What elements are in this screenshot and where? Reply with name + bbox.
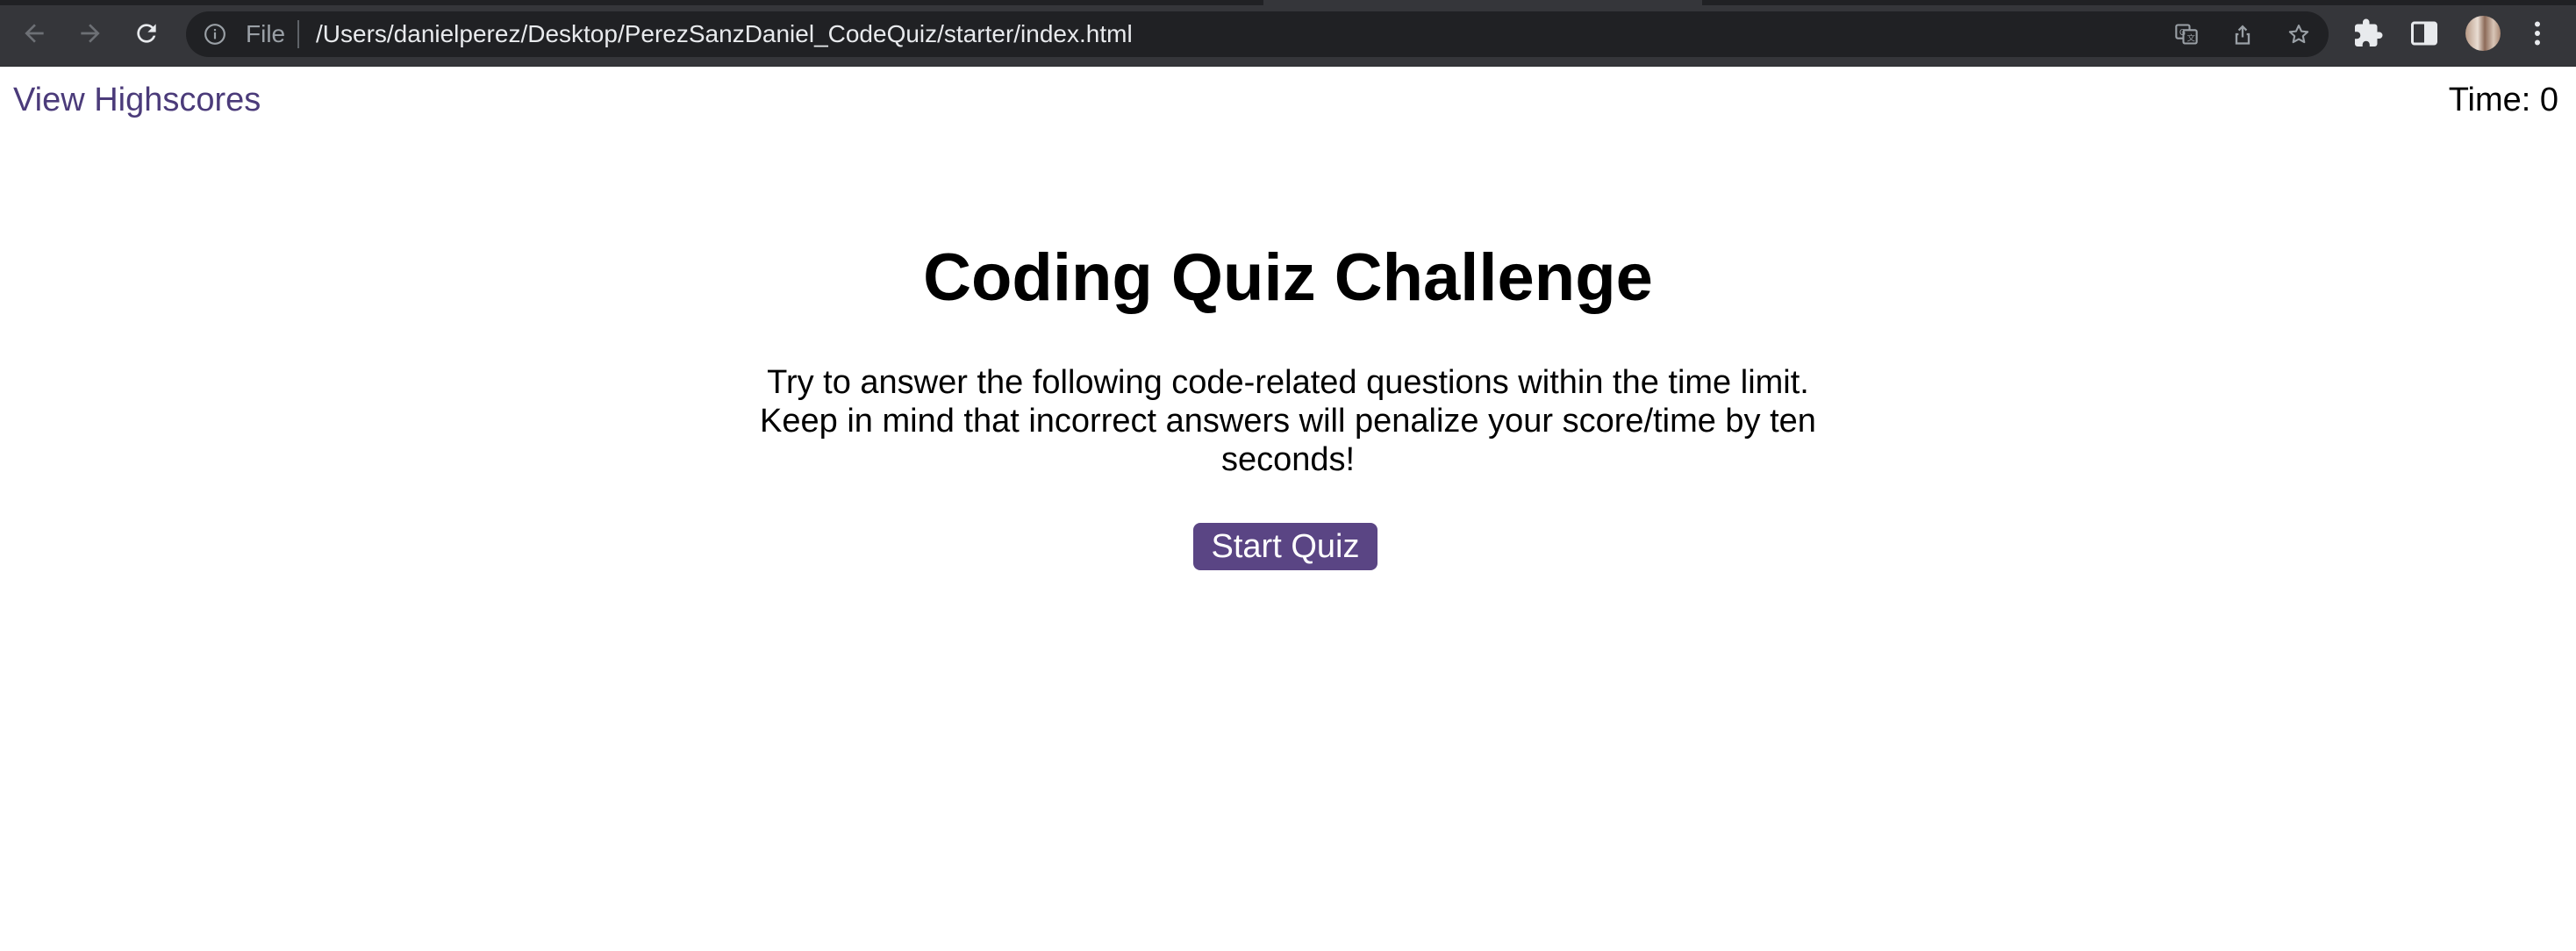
back-button[interactable] [17,16,52,51]
star-icon[interactable] [2286,22,2311,46]
svg-text:文: 文 [2187,33,2195,44]
share-icon[interactable] [2230,22,2255,46]
timer-label: Time: [2448,82,2540,118]
profile-avatar[interactable] [2465,16,2501,51]
forward-arrow-icon [81,24,100,43]
active-tab-edge [1263,0,1702,5]
back-arrow-icon [25,24,44,43]
address-url[interactable]: /Users/danielperez/Desktop/PerezSanzDani… [316,20,1133,48]
reload-icon [137,24,156,43]
timer: Time: 0 [2449,81,2558,119]
timer-value: 0 [2539,82,2558,118]
browser-toolbar: File /Users/danielperez/Desktop/PerezSan… [0,0,2576,67]
start-quiz-button[interactable]: Start Quiz [1193,523,1377,570]
svg-text:G: G [2179,28,2186,38]
page-content: View Highscores Time: 0 Coding Quiz Chal… [0,67,2576,951]
forward-button[interactable] [73,16,108,51]
view-highscores-link[interactable]: View Highscores [13,81,261,119]
address-separator [297,20,299,48]
address-scheme-label: File [246,20,286,47]
address-bar[interactable]: File /Users/danielperez/Desktop/PerezSan… [186,11,2329,57]
translate-icon[interactable]: G 文 [2174,22,2199,46]
side-panel-icon[interactable] [2408,18,2440,49]
reload-button[interactable] [129,16,164,51]
info-icon[interactable] [204,23,226,46]
tabstrip-edge [0,0,2576,5]
kebab-menu-icon[interactable] [2522,18,2553,49]
page-title: Coding Quiz Challenge [923,240,1653,315]
puzzle-icon[interactable] [2352,18,2384,49]
quiz-instructions: Try to answer the following code-related… [760,364,1816,478]
